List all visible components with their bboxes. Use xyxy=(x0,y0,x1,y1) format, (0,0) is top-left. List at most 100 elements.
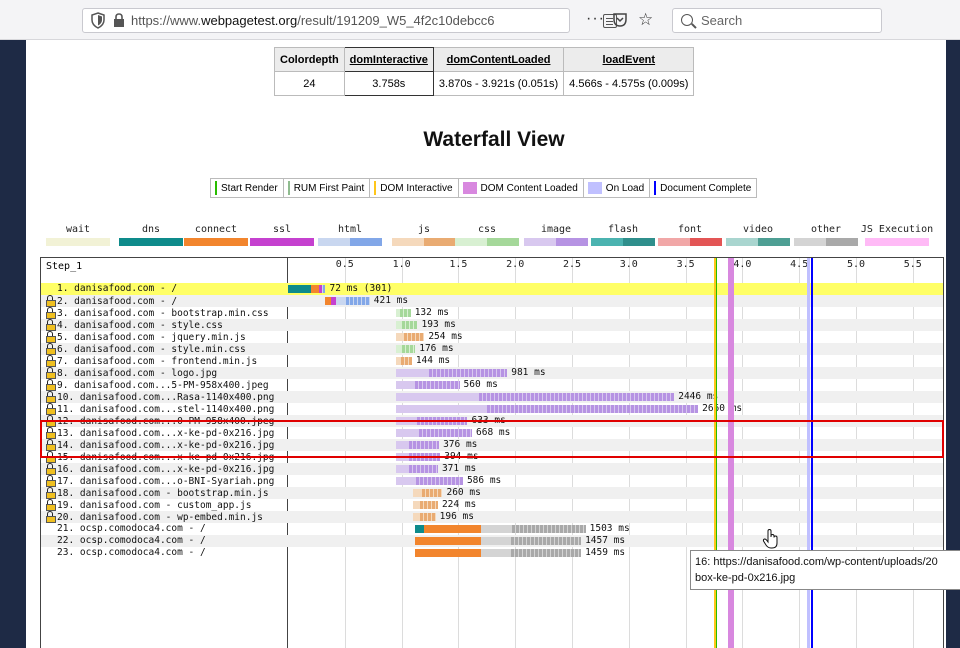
request-duration: 1457 ms xyxy=(585,535,626,546)
request-label-text: 8. danisafood.com - logo.jpg xyxy=(57,368,218,379)
request-duration: 586 ms xyxy=(466,475,502,486)
tooltip-line-2: box-ke-pd-0x216.jpg xyxy=(695,572,796,584)
request-duration: 260 ms xyxy=(446,487,481,498)
request-label[interactable]: 7. danisafood.com - frontend.min.js xyxy=(46,355,257,367)
request-label-text: 11. danisafood.com...stel-1140x400.png xyxy=(57,404,275,415)
type-legend-label: JS Execution xyxy=(860,224,934,235)
lock-icon[interactable] xyxy=(113,13,125,28)
pocket-icon[interactable] xyxy=(612,12,628,28)
page-actions-menu-button[interactable]: ··· xyxy=(586,10,605,28)
secure-lock-icon xyxy=(46,499,56,511)
request-download-bar xyxy=(408,465,438,473)
request-duration: 132 ms xyxy=(414,307,450,318)
request-label[interactable]: 6. danisafood.com - style.min.css xyxy=(46,343,246,355)
request-download-bar xyxy=(479,393,675,401)
search-icon xyxy=(681,14,693,26)
marker-legend-swatch xyxy=(215,181,217,195)
request-label[interactable]: 23. ocsp.comodoca4.com - / xyxy=(46,547,206,559)
request-duration: 1503 ms xyxy=(589,523,630,534)
url-path: /result/191209_W5_4f2c10debcc6 xyxy=(297,13,495,28)
waterfall-title: Waterfall View xyxy=(423,128,565,151)
request-duration: 72 ms (301) xyxy=(329,283,393,294)
request-waiting-bar xyxy=(395,477,416,485)
request-waiting-bar xyxy=(481,549,512,557)
request-label[interactable]: 9. danisafood.com...5-PM-958x400.jpeg xyxy=(46,379,269,391)
tooltip-line-1: 16: https://danisafood.com/wp-content/up… xyxy=(695,556,938,568)
type-legend-swatch-request xyxy=(46,238,78,246)
hand-pointer-cursor-icon xyxy=(762,528,778,549)
type-legend-swatch xyxy=(794,238,858,246)
request-label[interactable]: 11. danisafood.com...stel-1140x400.png xyxy=(46,403,274,415)
request-label-text: 7. danisafood.com - frontend.min.js xyxy=(57,356,258,367)
request-label[interactable]: 2. danisafood.com - / xyxy=(46,295,177,307)
request-label-text: 3. danisafood.com - bootstrap.min.css xyxy=(57,308,269,319)
type-legend-swatch xyxy=(865,238,929,246)
marker-legend-item: DOM Content Loaded xyxy=(459,179,584,197)
search-placeholder: Search xyxy=(701,13,743,28)
request-label[interactable]: 19. danisafood.com - custom_app.js xyxy=(46,499,251,511)
secure-lock-icon xyxy=(46,343,56,355)
secure-lock-icon xyxy=(46,403,56,415)
request-waiting-bar xyxy=(481,525,513,533)
request-label[interactable]: 20. danisafood.com - wp-embed.min.js xyxy=(46,511,263,523)
time-tick-label: 5.5 xyxy=(903,259,922,270)
request-label-text: 6. danisafood.com - style.min.css xyxy=(57,344,246,355)
address-bar[interactable]: https://www.webpagetest.org/result/19120… xyxy=(82,8,617,33)
marker-legend-swatch xyxy=(462,182,477,194)
request-duration: 2660 ms xyxy=(702,403,743,414)
secure-lock-icon xyxy=(46,379,56,391)
request-label[interactable]: 3. danisafood.com - bootstrap.min.css xyxy=(46,307,269,319)
request-label-text: 1. danisafood.com - / xyxy=(57,283,178,294)
time-tick-label: 5.0 xyxy=(846,259,866,270)
request-label[interactable]: 17. danisafood.com...o-BNI-Syariah.png xyxy=(46,475,274,487)
request-tooltip: 16: https://danisafood.com/wp-content/up… xyxy=(690,550,960,590)
marker-legend-swatch xyxy=(587,182,602,194)
request-download-bar xyxy=(345,297,370,305)
request-label-text: 16. danisafood.com...x-ke-pd-0x216.jpg xyxy=(57,464,275,475)
request-duration: 254 ms xyxy=(428,331,463,342)
type-legend-swatch xyxy=(591,238,655,246)
type-legend-swatch xyxy=(392,238,456,246)
type-legend-swatch-download xyxy=(826,238,858,246)
bookmark-star-icon[interactable]: ☆ xyxy=(638,10,653,30)
request-label[interactable]: 8. danisafood.com - logo.jpg xyxy=(46,367,217,379)
request-download-bar xyxy=(511,549,582,557)
domcontentloaded-header[interactable]: domContentLoaded xyxy=(432,47,565,72)
request-label[interactable]: 18. danisafood.com - bootstrap.min.js xyxy=(46,487,269,499)
request-waiting-bar xyxy=(335,297,346,305)
url-text[interactable]: https://www.webpagetest.org/result/19120… xyxy=(131,13,495,28)
request-duration: 196 ms xyxy=(439,511,474,522)
request-label[interactable]: 16. danisafood.com...x-ke-pd-0x216.jpg xyxy=(46,463,274,475)
marker-legend-label: RUM First Paint xyxy=(293,182,365,194)
search-input[interactable]: Search xyxy=(672,8,882,33)
request-label[interactable]: 10. danisafood.com...Rasa-1140x400.png xyxy=(46,391,274,403)
type-legend-swatch-download xyxy=(216,238,248,246)
secure-lock-icon xyxy=(46,511,56,523)
tracking-protection-shield-icon[interactable] xyxy=(91,12,105,29)
dominteractive-value: 3.758s xyxy=(343,71,434,96)
secure-lock-icon xyxy=(46,355,56,367)
loadevent-header[interactable]: loadEvent xyxy=(563,47,695,72)
dominteractive-header[interactable]: domInteractive xyxy=(343,47,434,72)
request-label[interactable]: 5. danisafood.com - jquery.min.js xyxy=(46,331,246,343)
request-label-text: 2. danisafood.com - / xyxy=(57,296,178,307)
type-legend-swatch-download xyxy=(690,238,722,246)
request-label[interactable]: 4. danisafood.com - style.css xyxy=(46,319,223,331)
type-legend-swatch-request xyxy=(455,238,487,246)
type-legend-swatch-request xyxy=(524,238,556,246)
marker-legend-swatch xyxy=(654,181,657,195)
marker-legend: Start Render RUM First Paint DOM Interacti… xyxy=(210,178,758,198)
highlight-annotation-box xyxy=(40,420,944,458)
request-label-text: 19. danisafood.com - custom_app.js xyxy=(57,500,252,511)
time-tick-label: 1.5 xyxy=(449,259,468,270)
request-duration: 421 ms xyxy=(373,295,409,306)
browser-toolbar: https://www.webpagetest.org/result/19120… xyxy=(0,0,960,40)
request-label[interactable]: 21. ocsp.comodoca4.com - / xyxy=(46,523,206,535)
marker-legend-item: DOM Interactive xyxy=(370,179,459,197)
request-label[interactable]: 22. ocsp.comodoca4.com - / xyxy=(46,535,206,547)
type-legend-swatch-request xyxy=(794,238,826,246)
request-duration: 981 ms xyxy=(511,367,546,378)
type-legend-swatch-download xyxy=(282,238,314,246)
type-legend-swatch-download xyxy=(424,238,456,246)
request-label[interactable]: 1. danisafood.com - / xyxy=(46,283,177,295)
